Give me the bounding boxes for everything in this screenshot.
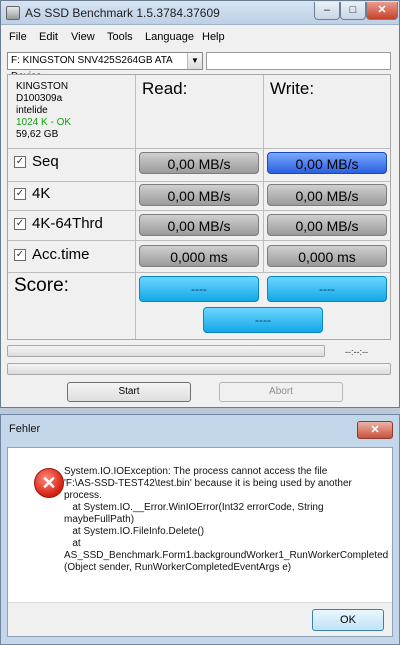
start-button[interactable]: Start: [67, 382, 191, 402]
write-header: Write:: [270, 79, 315, 98]
drive-info: KINGSTON D100309a intelide 1024 K - OK 5…: [16, 81, 71, 141]
window-title: AS SSD Benchmark 1.5.3784.37609: [25, 6, 220, 20]
test-field[interactable]: [206, 52, 391, 70]
score-read: ----: [139, 276, 259, 302]
score-label: Score:: [14, 275, 69, 296]
app-icon: [6, 6, 20, 20]
4k-label: 4K: [32, 185, 51, 202]
seq-read-value: 0,00 MB/s: [139, 152, 259, 174]
elapsed-time: --:--:--: [345, 347, 368, 357]
grid-divider: [263, 75, 264, 273]
progress-bar: [7, 345, 325, 357]
secondary-progress-bar: [7, 363, 391, 375]
row-4k: ✓ 4K: [14, 185, 50, 202]
menu-tools[interactable]: Tools: [107, 31, 133, 43]
row-acc-time: ✓ Acc.time: [14, 246, 90, 263]
4k-64thrd-checkbox[interactable]: ✓: [14, 217, 26, 230]
grid-divider: [8, 148, 390, 149]
seq-label: Seq: [32, 153, 59, 170]
menu-file[interactable]: File: [9, 31, 27, 43]
maximize-button[interactable]: □: [340, 2, 366, 20]
grid-divider: [8, 210, 390, 211]
dialog-body: ✕ System.IO.IOException: The process can…: [7, 447, 393, 637]
score-total: ----: [203, 307, 323, 333]
grid-divider: [8, 181, 390, 182]
drive-alignment: 1024 K - OK: [16, 117, 72, 128]
seq-checkbox[interactable]: ✓: [14, 155, 26, 168]
4k-64thrd-read-value: 0,00 MB/s: [139, 214, 259, 236]
dialog-title: Fehler: [9, 423, 41, 435]
menu-help[interactable]: Help: [202, 31, 225, 43]
read-header: Read:: [142, 79, 188, 98]
acc-time-write-value: 0,000 ms: [267, 245, 387, 267]
4k-64thrd-label: 4K-64Thrd: [32, 215, 103, 232]
drive-size: 59,62 GB: [16, 129, 59, 140]
acc-time-read-value: 0,000 ms: [139, 245, 259, 267]
title-bar[interactable]: AS SSD Benchmark 1.5.3784.37609 – □ ✕: [1, 1, 399, 25]
benchmark-window: AS SSD Benchmark 1.5.3784.37609 – □ ✕ Fi…: [0, 0, 400, 408]
4k-64thrd-write-value: 0,00 MB/s: [267, 214, 387, 236]
4k-write-value: 0,00 MB/s: [267, 184, 387, 206]
error-icon: ✕: [34, 468, 64, 498]
abort-button[interactable]: Abort: [219, 382, 343, 402]
drive-name: KINGSTON: [16, 81, 69, 92]
menu-language[interactable]: Language: [145, 31, 194, 43]
error-dialog: Fehler ✕ ✕ System.IO.IOException: The pr…: [0, 414, 400, 645]
ok-button[interactable]: OK: [312, 609, 384, 631]
4k-checkbox[interactable]: ✓: [14, 187, 26, 200]
seq-write-value: 0,00 MB/s: [267, 152, 387, 174]
grid-divider: [8, 240, 390, 241]
score-write: ----: [267, 276, 387, 302]
drive-select[interactable]: F: KINGSTON SNV425S264GB ATA Device ▼: [7, 52, 203, 82]
drive-firmware: D100309a: [16, 93, 63, 104]
grid-divider: [8, 272, 390, 273]
menu-bar: File Edit View Tools Language Help: [1, 26, 399, 48]
close-button[interactable]: ✕: [366, 2, 398, 20]
4k-read-value: 0,00 MB/s: [139, 184, 259, 206]
acc-time-label: Acc.time: [32, 246, 90, 263]
menu-edit[interactable]: Edit: [39, 31, 58, 43]
error-message: System.IO.IOException: The process canno…: [64, 466, 389, 573]
row-seq: ✓ Seq: [14, 153, 59, 170]
row-4k-64thrd: ✓ 4K-64Thrd: [14, 215, 103, 232]
minimize-button[interactable]: –: [314, 2, 340, 20]
grid-divider: [135, 75, 136, 339]
chevron-down-icon[interactable]: ▼: [187, 53, 202, 69]
menu-view[interactable]: View: [71, 31, 95, 43]
dialog-close-button[interactable]: ✕: [357, 421, 393, 439]
acc-time-checkbox[interactable]: ✓: [14, 248, 26, 261]
drive-driver: intelide: [16, 105, 48, 116]
dialog-footer: OK: [8, 602, 392, 636]
results-grid: KINGSTON D100309a intelide 1024 K - OK 5…: [7, 74, 391, 340]
